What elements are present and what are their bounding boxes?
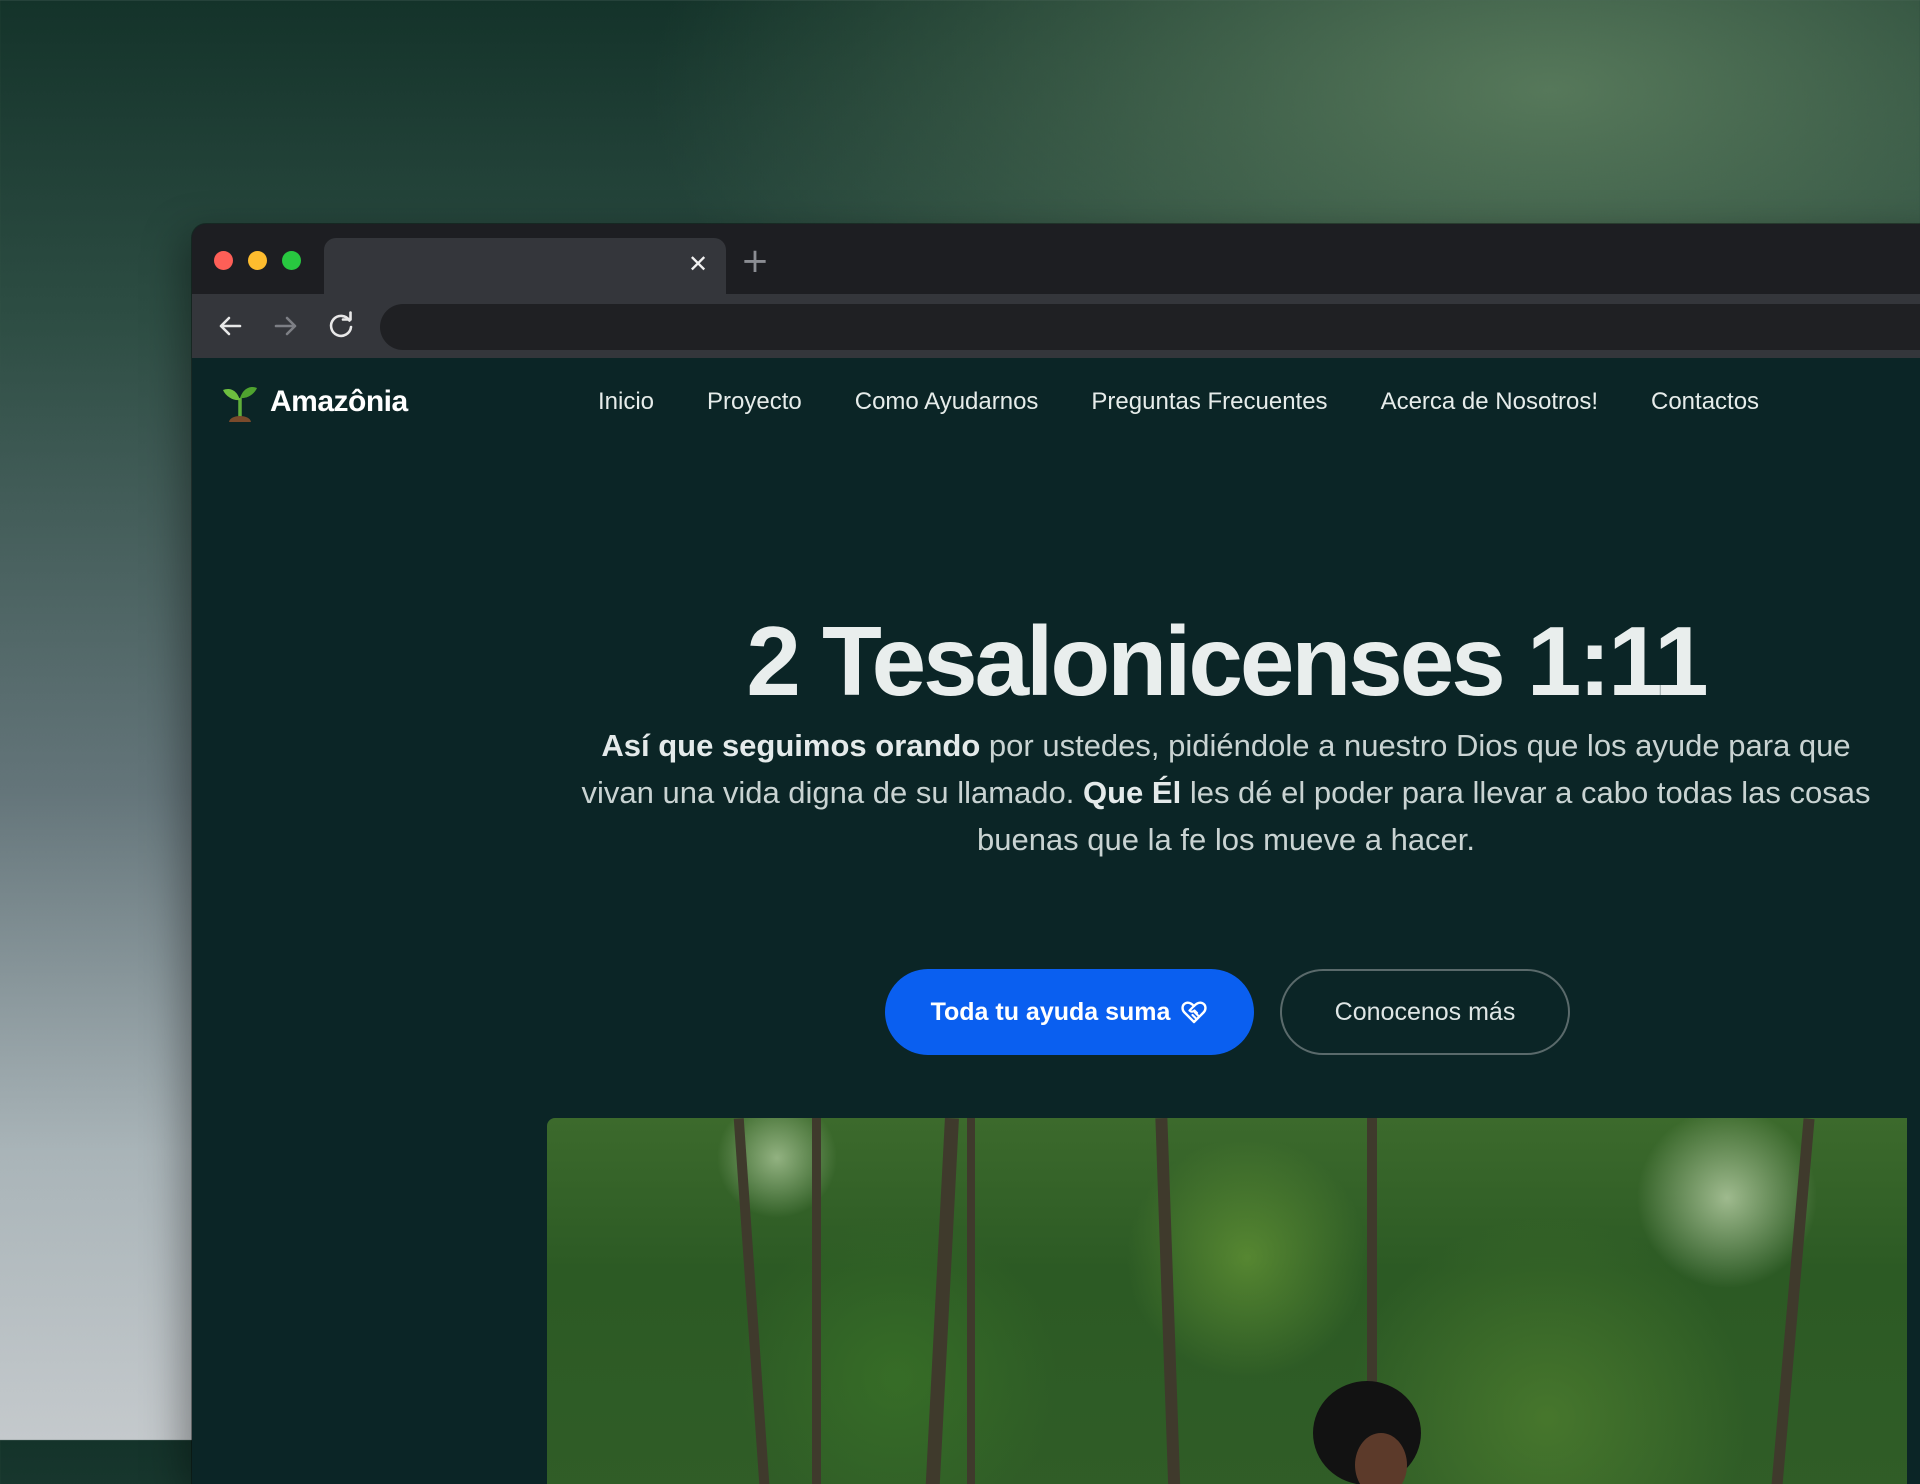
tab-bar: ✕ + xyxy=(192,224,1920,294)
minimize-window-button[interactable] xyxy=(248,251,267,270)
web-page: Amazônia Inicio Proyecto Como Ayudarnos … xyxy=(192,358,1920,1484)
maximize-window-button[interactable] xyxy=(282,251,301,270)
nav-contactos[interactable]: Contactos xyxy=(1651,388,1759,416)
sprout-icon xyxy=(223,387,257,422)
hero-emphasis-1: Así que seguimos orando xyxy=(601,728,981,763)
close-window-button[interactable] xyxy=(214,251,233,270)
nav-acerca-de-nosotros[interactable]: Acerca de Nosotros! xyxy=(1381,388,1598,416)
brand[interactable]: Amazônia xyxy=(222,380,408,424)
donate-button-label: Toda tu ayuda suma xyxy=(930,997,1171,1026)
brand-name: Amazônia xyxy=(270,385,408,418)
address-bar[interactable] xyxy=(380,304,1920,350)
nav-como-ayudarnos[interactable]: Como Ayudarnos xyxy=(855,388,1039,416)
back-arrow-icon[interactable] xyxy=(212,308,248,344)
new-tab-button[interactable]: + xyxy=(738,244,772,278)
learn-more-button[interactable]: Conocenos más xyxy=(1280,969,1570,1055)
forward-arrow-icon[interactable] xyxy=(268,308,304,344)
nav-preguntas-frecuentes[interactable]: Preguntas Frecuentes xyxy=(1091,388,1327,416)
hero-forest-image xyxy=(547,1118,1907,1484)
close-tab-icon[interactable]: ✕ xyxy=(684,250,712,278)
browser-toolbar xyxy=(192,294,1920,358)
browser-tab[interactable]: ✕ xyxy=(324,238,726,294)
hero-emphasis-2: Que Él xyxy=(1083,775,1182,810)
donate-button[interactable]: Toda tu ayuda suma xyxy=(885,969,1254,1055)
heart-handshake-icon xyxy=(1181,1001,1208,1024)
person-figure xyxy=(1313,1381,1421,1484)
hero-title: 2 Tesalonicenses 1:11 xyxy=(746,606,1708,716)
nav-proyecto[interactable]: Proyecto xyxy=(707,388,802,416)
main-nav: Inicio Proyecto Como Ayudarnos Preguntas… xyxy=(598,380,1812,424)
reload-icon[interactable] xyxy=(323,308,359,344)
browser-window: ✕ + Amazônia Inicio Proyecto Como Ayudar… xyxy=(192,224,1920,1484)
nav-inicio[interactable]: Inicio xyxy=(598,388,654,416)
hero-paragraph: Así que seguimos orando por ustedes, pid… xyxy=(572,722,1880,863)
